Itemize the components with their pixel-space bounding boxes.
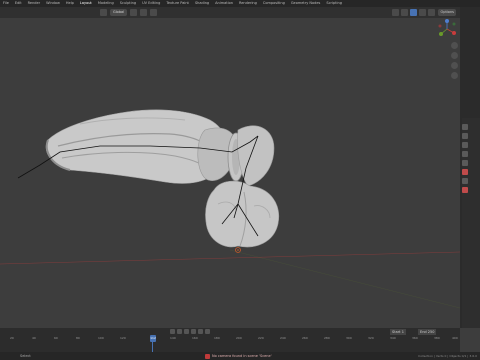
frame-tick: 140 — [170, 336, 176, 340]
tab-shading[interactable]: Shading — [195, 0, 209, 7]
frame-tick: 320 — [368, 336, 374, 340]
jump-end-icon[interactable] — [205, 329, 210, 334]
render-tab-icon[interactable] — [462, 133, 468, 139]
rendered-shading-icon[interactable] — [428, 9, 435, 16]
playhead[interactable]: 112 — [150, 335, 156, 342]
grid-perspective-icon[interactable] — [451, 72, 458, 79]
menu-render[interactable]: Render — [28, 0, 40, 7]
warning-text: No camera found in scene 'Scene' — [212, 354, 272, 358]
pan-hand-icon[interactable] — [451, 52, 458, 59]
tab-modeling[interactable]: Modeling — [98, 0, 114, 7]
snap-icon[interactable] — [140, 9, 148, 16]
frame-tick: 120 — [120, 336, 126, 340]
end-frame-field[interactable]: End 250 — [418, 329, 437, 335]
timeline-panel: Start 1 End 250 20 40 60 80 100 120 140 … — [0, 328, 460, 352]
frame-tick: 160 — [192, 336, 198, 340]
frame-tick: 20 — [10, 336, 14, 340]
frame-tick: 60 — [54, 336, 58, 340]
prev-keyframe-icon[interactable] — [177, 329, 182, 334]
frame-tick: 200 — [236, 336, 242, 340]
frame-tick: 380 — [434, 336, 440, 340]
frame-tick: 180 — [214, 336, 220, 340]
tool-tab-icon[interactable] — [462, 124, 468, 130]
frame-ruler[interactable]: 20 40 60 80 100 120 140 160 180 200 220 … — [0, 336, 460, 342]
menu-file[interactable]: File — [3, 0, 9, 7]
menu-edit[interactable]: Edit — [15, 0, 22, 7]
orientation-dropdown[interactable]: Global — [110, 9, 128, 16]
frame-tick: 300 — [346, 336, 352, 340]
zoom-icon[interactable] — [451, 42, 458, 49]
shading-controls — [392, 9, 435, 16]
navigation-gizmo-icon[interactable] — [436, 18, 458, 40]
material-preview-icon[interactable] — [419, 9, 426, 16]
frame-tick: 400 — [452, 336, 458, 340]
frame-tick: 40 — [32, 336, 36, 340]
tab-rendering[interactable]: Rendering — [239, 0, 257, 7]
pivot-icon[interactable] — [130, 9, 138, 16]
frame-tick: 260 — [302, 336, 308, 340]
playhead-line — [152, 342, 153, 352]
options-dropdown[interactable]: Options — [438, 9, 456, 16]
tab-animation[interactable]: Animation — [215, 0, 233, 7]
frame-tick: 100 — [98, 336, 104, 340]
frame-tick: 80 — [76, 336, 80, 340]
status-warning[interactable]: No camera found in scene 'Scene' — [205, 353, 272, 359]
frame-tick: 280 — [324, 336, 330, 340]
next-keyframe-icon[interactable] — [198, 329, 203, 334]
play-reverse-icon[interactable] — [184, 329, 189, 334]
solid-shading-icon[interactable] — [410, 9, 417, 16]
overlay-icon[interactable] — [392, 9, 399, 16]
world-tab-icon[interactable] — [462, 160, 468, 166]
start-value: 1 — [401, 330, 404, 334]
scene-tab-icon[interactable] — [462, 151, 468, 157]
properties-tabs — [462, 124, 468, 193]
menu-items: File Edit Render Window Help Layout Mode… — [3, 0, 342, 7]
play-icon[interactable] — [191, 329, 196, 334]
transform-controls: Global — [100, 9, 158, 16]
tab-compositing[interactable]: Compositing — [263, 0, 285, 7]
playback-controls — [170, 329, 210, 334]
menu-window[interactable]: Window — [46, 0, 60, 7]
status-bar: Select No camera found in scene 'Scene' … — [0, 352, 480, 360]
proportional-edit-icon[interactable] — [150, 9, 158, 16]
tab-texture-paint[interactable]: Texture Paint — [166, 0, 189, 7]
menu-help[interactable]: Help — [66, 0, 74, 7]
start-label: Start — [392, 330, 401, 334]
frame-tick: 220 — [258, 336, 264, 340]
status-left-text: Select — [20, 354, 31, 358]
y-axis-line — [229, 249, 460, 309]
frame-tick: 360 — [412, 336, 418, 340]
xray-icon[interactable] — [401, 9, 408, 16]
end-value: 250 — [427, 330, 435, 334]
jump-start-icon[interactable] — [170, 329, 175, 334]
tab-layout[interactable]: Layout — [80, 0, 92, 7]
x-axis-line — [0, 251, 460, 265]
3d-cursor-center — [237, 249, 239, 251]
tab-sculpting[interactable]: Sculpting — [120, 0, 136, 7]
object-tab-icon[interactable] — [462, 169, 468, 175]
status-right-text: Collection | Verts 0 | Objects 0/1 | 3.6… — [418, 354, 477, 358]
viewport-nav-buttons — [451, 42, 458, 79]
end-label: End — [420, 330, 427, 334]
frame-tick: 240 — [280, 336, 286, 340]
output-tab-icon[interactable] — [462, 142, 468, 148]
tab-uv-editing[interactable]: UV Editing — [142, 0, 160, 7]
modifier-tab-icon[interactable] — [462, 178, 468, 184]
tab-geometry-nodes[interactable]: Geometry Nodes — [291, 0, 321, 7]
3d-viewport[interactable] — [0, 18, 460, 328]
viewport-header: Global Options — [0, 7, 460, 18]
top-menu-bar: File Edit Render Window Help Layout Mode… — [0, 0, 480, 7]
transform-orientation-icon[interactable] — [100, 9, 107, 16]
tab-scripting[interactable]: Scripting — [326, 0, 342, 7]
start-frame-field[interactable]: Start 1 — [390, 329, 406, 335]
warning-icon — [205, 353, 210, 359]
material-tab-icon[interactable] — [462, 187, 468, 193]
camera-view-icon[interactable] — [451, 62, 458, 69]
frame-tick: 340 — [390, 336, 396, 340]
